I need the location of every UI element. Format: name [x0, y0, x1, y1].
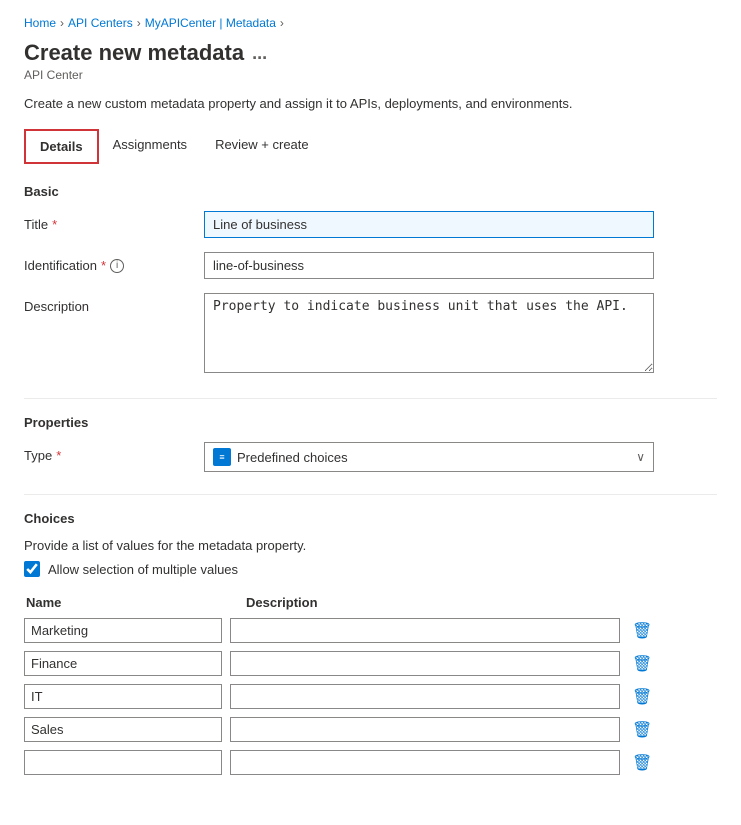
delete-choice-button-2[interactable]: 🗑 — [628, 685, 656, 709]
tab-review-create[interactable]: Review + create — [201, 129, 323, 164]
choice-name-input-0[interactable] — [24, 618, 222, 643]
identification-row: Identification * i — [24, 252, 717, 279]
title-input[interactable] — [204, 211, 654, 238]
title-required: * — [52, 217, 57, 232]
page-title: Create new metadata ... — [24, 40, 717, 66]
choices-description: Provide a list of values for the metadat… — [24, 538, 717, 553]
choice-name-input-3[interactable] — [24, 717, 222, 742]
choice-name-input-2[interactable] — [24, 684, 222, 709]
multiple-values-label: Allow selection of multiple values — [48, 562, 238, 577]
choice-row-1: 🗑 — [24, 651, 717, 676]
description-label: Description — [24, 293, 204, 314]
choices-section: Choices Provide a list of values for the… — [24, 511, 717, 775]
multiple-values-row: Allow selection of multiple values — [24, 561, 717, 577]
basic-section: Basic Title * Identification * i Descrip… — [24, 184, 717, 376]
col-desc-header: Description — [244, 595, 717, 610]
choice-desc-input-4[interactable] — [230, 750, 620, 775]
tab-details[interactable]: Details — [24, 129, 99, 164]
basic-section-label: Basic — [24, 184, 717, 199]
choice-desc-input-3[interactable] — [230, 717, 620, 742]
multiple-values-checkbox[interactable] — [24, 561, 40, 577]
section-divider-2 — [24, 494, 717, 495]
identification-control — [204, 252, 654, 279]
title-row: Title * — [24, 211, 717, 238]
delete-choice-button-0[interactable]: 🗑 — [628, 619, 656, 643]
delete-choice-button-1[interactable]: 🗑 — [628, 652, 656, 676]
identification-info-icon[interactable]: i — [110, 259, 124, 273]
type-select[interactable]: ≡ Predefined choices ∨ — [204, 442, 654, 472]
page-description: Create a new custom metadata property an… — [24, 96, 717, 111]
choice-name-input-1[interactable] — [24, 651, 222, 676]
choices-section-label: Choices — [24, 511, 717, 526]
col-name-header: Name — [24, 595, 244, 610]
type-required: * — [56, 448, 61, 463]
choices-table-header: Name Description — [24, 595, 717, 610]
identification-label: Identification * i — [24, 252, 204, 273]
choice-row-2: 🗑 — [24, 684, 717, 709]
delete-choice-button-3[interactable]: 🗑 — [628, 718, 656, 742]
properties-section-label: Properties — [24, 415, 717, 430]
breadcrumb-api-centers[interactable]: API Centers — [68, 16, 133, 30]
type-row: Type * ≡ Predefined choices ∨ — [24, 442, 717, 472]
breadcrumb-myapicenter[interactable]: MyAPICenter | Metadata — [145, 16, 276, 30]
breadcrumb: Home › API Centers › MyAPICenter | Metad… — [24, 16, 717, 30]
page-subtitle: API Center — [24, 68, 717, 82]
section-divider-1 — [24, 398, 717, 399]
properties-section: Properties Type * ≡ Predefined choices ∨ — [24, 415, 717, 472]
choice-desc-input-0[interactable] — [230, 618, 620, 643]
description-row: Description Property to indicate busines… — [24, 293, 717, 376]
predefined-icon: ≡ — [213, 448, 231, 466]
tab-assignments[interactable]: Assignments — [99, 129, 201, 164]
identification-input[interactable] — [204, 252, 654, 279]
delete-choice-button-4[interactable]: 🗑 — [628, 751, 656, 775]
type-label: Type * — [24, 442, 204, 463]
choice-row-4: 🗑 — [24, 750, 717, 775]
description-control: Property to indicate business unit that … — [204, 293, 654, 376]
choice-row-3: 🗑 — [24, 717, 717, 742]
choice-desc-input-2[interactable] — [230, 684, 620, 709]
chevron-down-icon: ∨ — [636, 450, 645, 464]
description-input[interactable]: Property to indicate business unit that … — [204, 293, 654, 373]
type-control: ≡ Predefined choices ∨ — [204, 442, 654, 472]
more-options-button[interactable]: ... — [252, 43, 267, 64]
choice-name-input-4[interactable] — [24, 750, 222, 775]
title-label: Title * — [24, 211, 204, 232]
tabs-container: Details Assignments Review + create — [24, 129, 717, 164]
choice-row-0: 🗑 — [24, 618, 717, 643]
title-control — [204, 211, 654, 238]
choice-desc-input-1[interactable] — [230, 651, 620, 676]
identification-required: * — [101, 258, 106, 273]
breadcrumb-home[interactable]: Home — [24, 16, 56, 30]
